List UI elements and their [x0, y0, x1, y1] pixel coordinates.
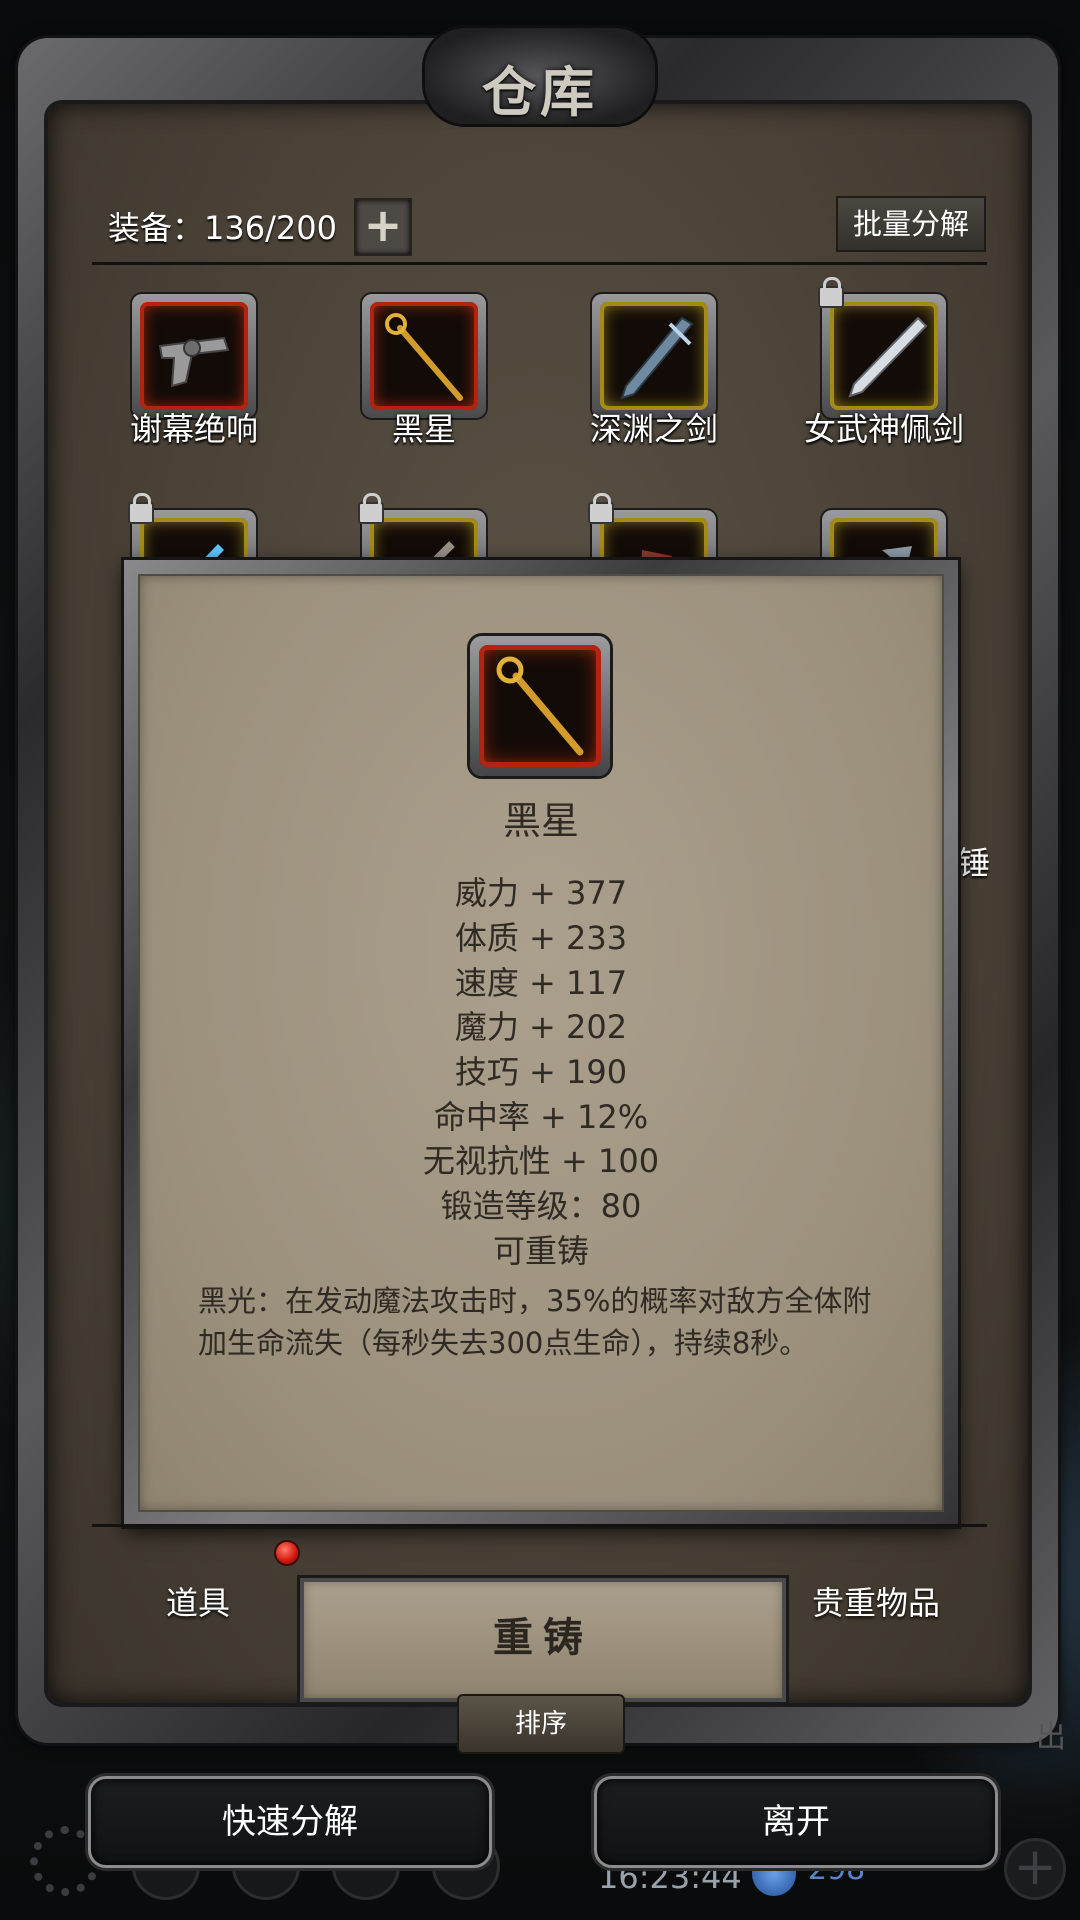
recastable-status: 可重铸: [492, 1232, 589, 1270]
hidden-item-name-fragment: 锤: [958, 844, 991, 882]
revolver-icon: [158, 336, 230, 388]
quick-decompose-button[interactable]: 快速分解: [88, 1776, 492, 1868]
item-slot-1[interactable]: [132, 294, 256, 418]
offscreen-label-fragment: 出: [1036, 1720, 1066, 1755]
detail-item-slot: [470, 636, 610, 776]
item-name-3: 深渊之剑: [589, 410, 718, 448]
stat-magic: 魔力 + 202: [454, 1008, 628, 1046]
stat-ignore-resist: 无视抗性 + 100: [422, 1142, 660, 1180]
expand-capacity-button[interactable]: +: [354, 198, 412, 256]
tab-items[interactable]: 道具: [166, 1578, 230, 1624]
tab-valuables[interactable]: 贵重物品: [812, 1578, 940, 1624]
panel-title: 仓库: [482, 61, 598, 124]
recast-button[interactable]: 重铸: [300, 1578, 786, 1702]
bottom-divider: [92, 1524, 987, 1527]
sort-button[interactable]: 排序: [457, 1694, 625, 1754]
stat-forge-level: 锻造等级：80: [440, 1187, 642, 1225]
item-effect-description: 黑光：在发动魔法攻击时，35%的概率对敌方全体附加生命流失（每秒失去300点生命…: [198, 1284, 872, 1360]
item-name-1: 谢幕绝响: [129, 410, 258, 448]
valkyrie-sword-icon: [848, 316, 928, 398]
scepter-icon: [496, 656, 584, 756]
stat-speed: 速度 + 117: [454, 964, 628, 1002]
scepter-icon: [385, 313, 463, 401]
leave-button[interactable]: 离开: [594, 1776, 998, 1868]
bulk-decompose-button[interactable]: 批量分解: [836, 196, 986, 252]
item-slot-2[interactable]: [362, 294, 486, 418]
stat-hit-rate: 命中率 + 12%: [433, 1098, 649, 1136]
item-slot-3[interactable]: [592, 294, 716, 418]
add-icon[interactable]: +: [1004, 1838, 1066, 1900]
item-name-4: 女武神佩剑: [803, 410, 964, 448]
stat-power: 威力 + 377: [454, 874, 628, 912]
equipment-capacity: 装备：136/200: [108, 209, 337, 247]
stat-skill: 技巧 + 190: [454, 1053, 628, 1091]
abyss-sword-icon: [620, 316, 694, 400]
item-name-2: 黑星: [391, 410, 456, 448]
notification-dot: [276, 1542, 298, 1564]
top-divider: [92, 262, 987, 265]
stat-constitution: 体质 + 233: [454, 919, 628, 957]
item-slot-4[interactable]: [818, 277, 946, 418]
detail-item-name: 黑星: [502, 799, 579, 843]
